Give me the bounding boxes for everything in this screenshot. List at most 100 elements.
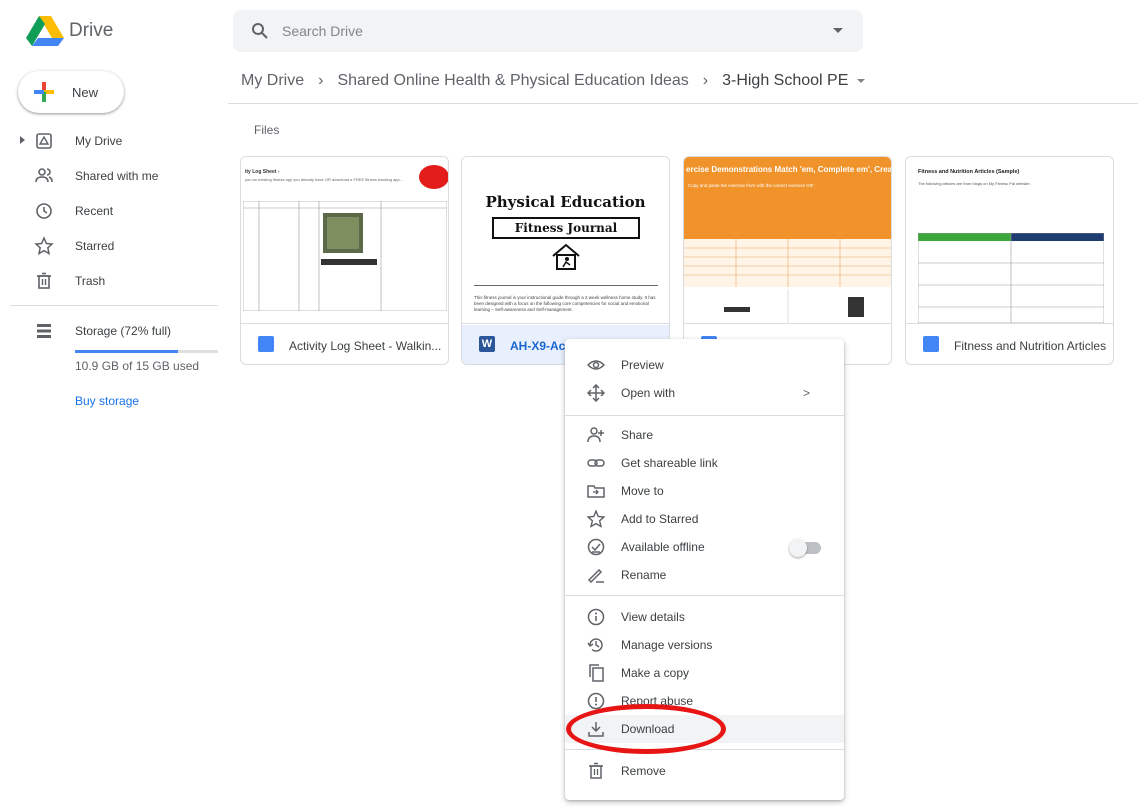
breadcrumb-current[interactable]: 3-High School PE bbox=[722, 72, 848, 90]
breadcrumb-item[interactable]: Shared Online Health & Physical Educatio… bbox=[337, 72, 688, 90]
menu-item-label: Share bbox=[621, 428, 654, 442]
menu-item-label: Add to Starred bbox=[621, 512, 699, 526]
menu-item-label: Get shareable link bbox=[621, 456, 718, 470]
new-button-label: New bbox=[72, 85, 99, 100]
search-bar[interactable]: Search Drive bbox=[233, 10, 863, 52]
history-icon bbox=[587, 638, 603, 652]
file-thumbnail: Fitness and Nutrition Articles (Sample) … bbox=[906, 157, 1113, 324]
thumbnail-rule bbox=[474, 285, 658, 286]
expand-arrow-icon[interactable] bbox=[20, 136, 25, 144]
sidebar-item-recent[interactable]: Recent bbox=[0, 196, 220, 226]
top-bar: Drive Search Drive bbox=[0, 0, 1138, 62]
menu-item-make-copy[interactable]: Make a copy bbox=[565, 659, 844, 687]
header-divider bbox=[228, 103, 1138, 104]
move-arrows-icon bbox=[587, 384, 605, 402]
menu-item-label: Remove bbox=[621, 764, 666, 778]
menu-item-preview[interactable]: Preview bbox=[565, 351, 844, 379]
search-options-icon[interactable] bbox=[833, 28, 843, 33]
file-card[interactable]: ercise Demonstrations Match 'em, Complet… bbox=[683, 156, 892, 365]
thumbnail-title: ity Log Sheet - bbox=[245, 169, 280, 175]
sidebar-item-starred[interactable]: Starred bbox=[0, 231, 220, 261]
thumbnail-text: you an existing fitness app you already … bbox=[245, 177, 404, 182]
menu-item-label: Move to bbox=[621, 484, 664, 498]
file-card[interactable]: Physical Education Fitness Journal This … bbox=[461, 156, 670, 365]
menu-item-open-with[interactable]: Open with > bbox=[565, 379, 844, 407]
menu-divider bbox=[565, 415, 844, 416]
trash-icon bbox=[37, 272, 51, 289]
breadcrumb-item[interactable]: My Drive bbox=[241, 72, 304, 90]
info-icon bbox=[587, 608, 605, 626]
file-name: Activity Log Sheet - Walkin... bbox=[289, 339, 441, 353]
storage-progress-bar bbox=[75, 350, 218, 353]
sidebar-item-label: My Drive bbox=[75, 134, 123, 148]
thumbnail-title: Fitness and Nutrition Articles (Sample) bbox=[918, 169, 1020, 175]
word-file-icon: W bbox=[479, 336, 495, 352]
file-card[interactable]: ity Log Sheet - you an existing fitness … bbox=[240, 156, 449, 365]
logo-thumbnail-mark bbox=[419, 165, 448, 189]
menu-item-view-details[interactable]: View details bbox=[565, 603, 844, 631]
menu-divider bbox=[565, 595, 844, 596]
table-thumbnail-graphic bbox=[243, 201, 447, 311]
folder-dropdown-icon[interactable] bbox=[857, 79, 866, 83]
sidebar-item-trash[interactable]: Trash bbox=[0, 266, 220, 296]
sidebar-item-label: Shared with me bbox=[75, 169, 159, 183]
google-docs-icon bbox=[923, 336, 939, 352]
thumbnail-text: This fitness journal is your instruction… bbox=[474, 295, 656, 312]
file-card[interactable]: Fitness and Nutrition Articles (Sample) … bbox=[905, 156, 1114, 365]
search-input[interactable]: Search Drive bbox=[282, 23, 363, 39]
sidebar-item-shared[interactable]: Shared with me bbox=[0, 161, 220, 191]
files-section-label: Files bbox=[254, 123, 280, 137]
new-button[interactable]: New bbox=[18, 71, 124, 113]
eye-icon bbox=[587, 360, 605, 370]
menu-item-rename[interactable]: Rename bbox=[565, 561, 844, 589]
menu-item-label: Open with bbox=[621, 386, 676, 400]
menu-item-remove[interactable]: Remove bbox=[565, 757, 844, 785]
exercise-gif-graphic bbox=[724, 289, 864, 323]
buy-storage-link[interactable]: Buy storage bbox=[75, 394, 139, 408]
search-icon[interactable] bbox=[251, 22, 269, 40]
star-outline-icon bbox=[587, 510, 605, 528]
menu-item-manage-versions[interactable]: Manage versions bbox=[565, 631, 844, 659]
shared-icon bbox=[35, 168, 53, 183]
exercise-table-graphic bbox=[684, 239, 891, 287]
thumbnail-text: The following articles are from blogs on… bbox=[918, 181, 1031, 186]
offline-check-icon bbox=[587, 538, 605, 556]
menu-item-move-to[interactable]: Move to bbox=[565, 477, 844, 505]
download-highlight-ring bbox=[566, 704, 726, 754]
sidebar-item-label: Trash bbox=[75, 274, 106, 288]
star-icon bbox=[34, 236, 54, 255]
sidebar-item-storage[interactable]: Storage (72% full) bbox=[0, 316, 220, 346]
drive-logo-icon[interactable] bbox=[26, 16, 64, 46]
menu-item-add-starred[interactable]: Add to Starred bbox=[565, 505, 844, 533]
storage-progress-fill bbox=[75, 350, 178, 353]
menu-item-available-offline[interactable]: Available offline bbox=[565, 533, 844, 561]
plus-icon bbox=[34, 82, 54, 102]
storage-icon bbox=[37, 324, 51, 338]
app-name[interactable]: Drive bbox=[69, 20, 113, 42]
menu-item-share[interactable]: Share bbox=[565, 421, 844, 449]
menu-item-label: View details bbox=[621, 610, 685, 624]
thumbnail-subtitle: Fitness Journal bbox=[492, 217, 640, 239]
trash-icon bbox=[589, 762, 603, 779]
person-add-icon bbox=[587, 427, 604, 443]
menu-item-label: Make a copy bbox=[621, 666, 690, 680]
menu-item-label: Manage versions bbox=[621, 638, 713, 652]
thumbnail-title: ercise Demonstrations Match 'em, Complet… bbox=[686, 165, 891, 174]
chevron-right-icon: > bbox=[803, 386, 811, 400]
sidebar-divider bbox=[10, 305, 218, 306]
thumbnail-text: Copy and paste the exercise from with th… bbox=[688, 183, 815, 188]
sidebar-item-my-drive[interactable]: My Drive bbox=[0, 126, 220, 156]
file-thumbnail: ercise Demonstrations Match 'em, Complet… bbox=[684, 157, 891, 324]
menu-item-get-link[interactable]: Get shareable link bbox=[565, 449, 844, 477]
breadcrumb: My Drive › Shared Online Health & Physic… bbox=[241, 72, 866, 90]
file-name: Fitness and Nutrition Articles bbox=[954, 339, 1106, 353]
menu-item-label: Rename bbox=[621, 568, 667, 582]
chevron-right-icon: › bbox=[702, 72, 709, 89]
toggle-knob bbox=[789, 539, 807, 557]
file-thumbnail: ity Log Sheet - you an existing fitness … bbox=[241, 157, 448, 324]
copy-icon bbox=[589, 664, 604, 682]
menu-item-label: Available offline bbox=[621, 540, 705, 554]
offline-toggle[interactable] bbox=[789, 539, 821, 557]
storage-used-text: 10.9 GB of 15 GB used bbox=[75, 359, 200, 373]
google-docs-icon bbox=[258, 336, 274, 352]
